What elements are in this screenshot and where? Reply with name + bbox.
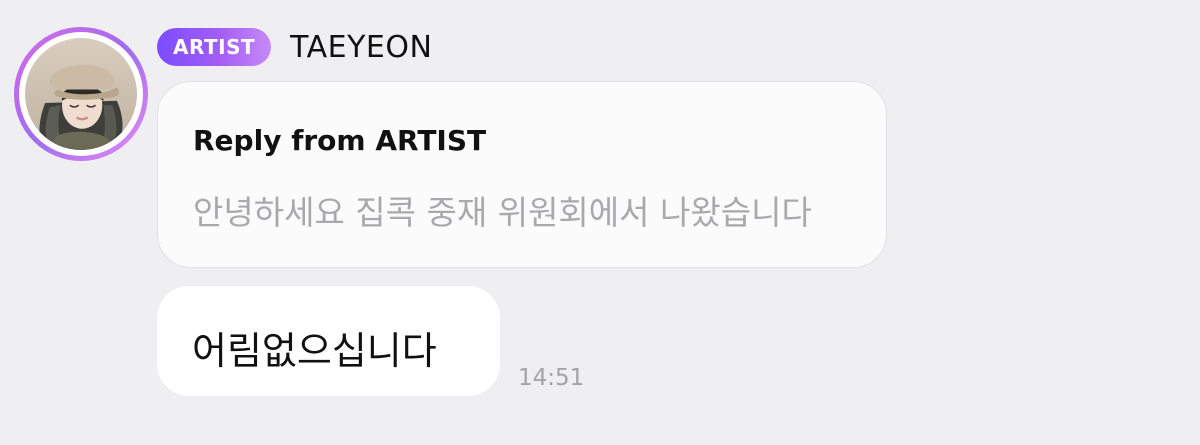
avatar-ring[interactable]	[14, 27, 148, 161]
artist-badge: ARTIST	[157, 28, 272, 66]
reply-quoted-text: 안녕하세요 집콕 중재 위원회에서 나왔습니다	[193, 193, 812, 232]
avatar-frame	[19, 32, 143, 156]
reply-quote-bubble[interactable]: Reply from ARTIST 안녕하세요 집콕 중재 위원회에서 나왔습니…	[157, 81, 887, 268]
message-bubble[interactable]: 어림없으십니다	[157, 286, 500, 396]
avatar	[25, 38, 137, 150]
chat-message-row: ARTIST TAEYEON Reply from ARTIST 안녕하세요 집…	[0, 0, 1200, 445]
message-header: ARTIST TAEYEON	[157, 28, 432, 66]
reply-title: Reply from ARTIST	[193, 124, 487, 157]
message-text: 어림없으십니다	[192, 329, 437, 373]
message-timestamp: 14:51	[518, 365, 585, 391]
sender-name[interactable]: TAEYEON	[290, 30, 432, 65]
